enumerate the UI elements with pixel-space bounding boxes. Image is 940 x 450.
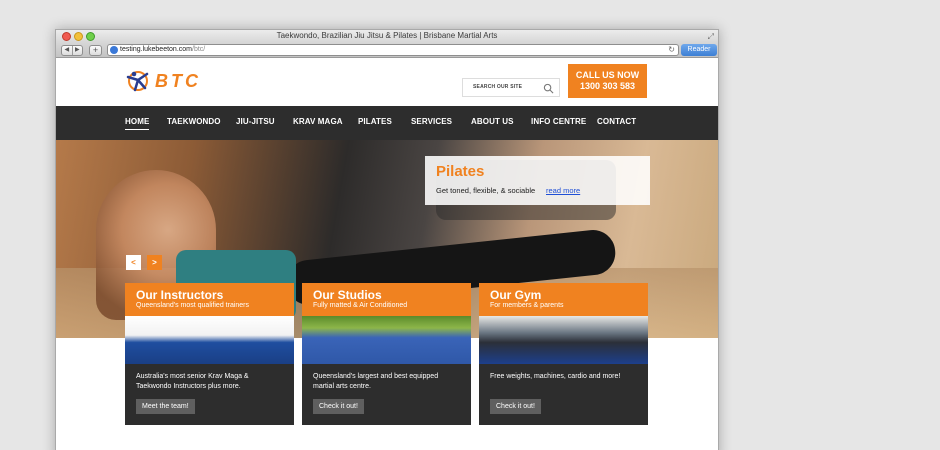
- main-nav: HOME TAEKWONDO JIU-JITSU KRAV MAGA PILAT…: [56, 106, 718, 140]
- add-bookmark-button[interactable]: +: [89, 45, 102, 56]
- site-search[interactable]: SEARCH OUR SITE: [462, 78, 560, 97]
- search-input[interactable]: SEARCH OUR SITE: [473, 84, 522, 90]
- card-body: Free weights, machines, cardio and more!: [490, 373, 621, 380]
- browser-window: Taekwondo, Brazilian Jiu Jitsu & Pilates…: [55, 29, 719, 450]
- card-body: Queensland's largest and best equipped m…: [313, 373, 439, 390]
- card-gym: Our Gym For members & parents Free weigh…: [479, 283, 648, 425]
- card-header: Our Gym For members & parents: [479, 283, 648, 316]
- card-header: Our Studios Fully matted & Air Condition…: [302, 283, 471, 316]
- globe-icon: [110, 46, 118, 54]
- browser-toolbar: ◀ ▶ + testing.lukebeeton.com/btc/ ↻ Read…: [56, 43, 718, 58]
- card-title: Our Gym: [490, 288, 542, 302]
- card-title: Our Studios: [313, 288, 382, 302]
- gym-photo: [479, 316, 648, 364]
- nav-contact[interactable]: CONTACT: [597, 117, 636, 126]
- reload-icon[interactable]: ↻: [668, 45, 675, 55]
- card-instructors: Our Instructors Queensland's most qualif…: [125, 283, 294, 425]
- nav-taekwondo[interactable]: TAEKWONDO: [167, 117, 221, 126]
- search-icon[interactable]: [543, 83, 554, 94]
- slide-text: Get toned, flexible, & sociable: [436, 186, 536, 195]
- nav-krav-maga[interactable]: KRAV MAGA: [293, 117, 343, 126]
- card-title: Our Instructors: [136, 288, 224, 302]
- reader-button[interactable]: Reader: [681, 44, 717, 56]
- logo-text: BTC: [155, 70, 201, 91]
- instructors-photo: [125, 316, 294, 364]
- phone-number: 1300 303 583: [579, 81, 636, 91]
- nav-info-centre[interactable]: INFO CENTRE: [531, 117, 586, 126]
- studios-photo: [302, 316, 471, 364]
- check-studios-button[interactable]: Check it out!: [313, 399, 364, 414]
- slide-caption: Pilates Get toned, flexible, & sociable …: [425, 156, 650, 205]
- site-header: BTC SEARCH OUR SITE CALL US NOW 1300 303…: [56, 58, 718, 106]
- card-header: Our Instructors Queensland's most qualif…: [125, 283, 294, 316]
- history-buttons: ◀ ▶: [61, 45, 83, 56]
- forward-button[interactable]: ▶: [73, 46, 83, 55]
- card-subtitle: For members & parents: [490, 302, 564, 309]
- site-logo[interactable]: BTC: [125, 68, 201, 94]
- card-subtitle: Fully matted & Air Conditioned: [313, 302, 408, 309]
- martial-artist-logo-icon: [126, 71, 149, 92]
- card-body: Australia's most senior Krav Maga & Taek…: [136, 373, 249, 390]
- card-studios: Our Studios Fully matted & Air Condition…: [302, 283, 471, 425]
- nav-jiu-jitsu[interactable]: JIU-JITSU: [236, 117, 275, 126]
- meet-the-team-button[interactable]: Meet the team!: [136, 399, 195, 414]
- slide-title: Pilates: [436, 163, 485, 180]
- nav-about-us[interactable]: ABOUT US: [471, 117, 514, 126]
- nav-home[interactable]: HOME: [125, 117, 150, 130]
- call-us-button[interactable]: CALL US NOW 1300 303 583: [568, 64, 647, 98]
- address-bar[interactable]: testing.lukebeeton.com/btc/ ↻: [107, 44, 679, 56]
- back-button[interactable]: ◀: [62, 46, 73, 55]
- url-path: /btc/: [192, 46, 206, 53]
- window-title: Taekwondo, Brazilian Jiu Jitsu & Pilates…: [276, 31, 498, 40]
- title-bar: Taekwondo, Brazilian Jiu Jitsu & Pilates…: [56, 30, 718, 43]
- fullscreen-icon[interactable]: ⤢: [708, 32, 714, 42]
- nav-pilates[interactable]: PILATES: [358, 117, 392, 126]
- read-more-link[interactable]: read more: [546, 186, 580, 195]
- card-subtitle: Queensland's most qualified trainers: [136, 302, 250, 309]
- check-gym-button[interactable]: Check it out!: [490, 399, 541, 414]
- slider-next-button[interactable]: >: [147, 255, 162, 270]
- url-host: testing.lukebeeton.com: [120, 46, 192, 53]
- slider-prev-button[interactable]: <: [126, 255, 141, 270]
- nav-services[interactable]: SERVICES: [411, 117, 452, 126]
- call-us-label: CALL US NOW: [575, 70, 640, 80]
